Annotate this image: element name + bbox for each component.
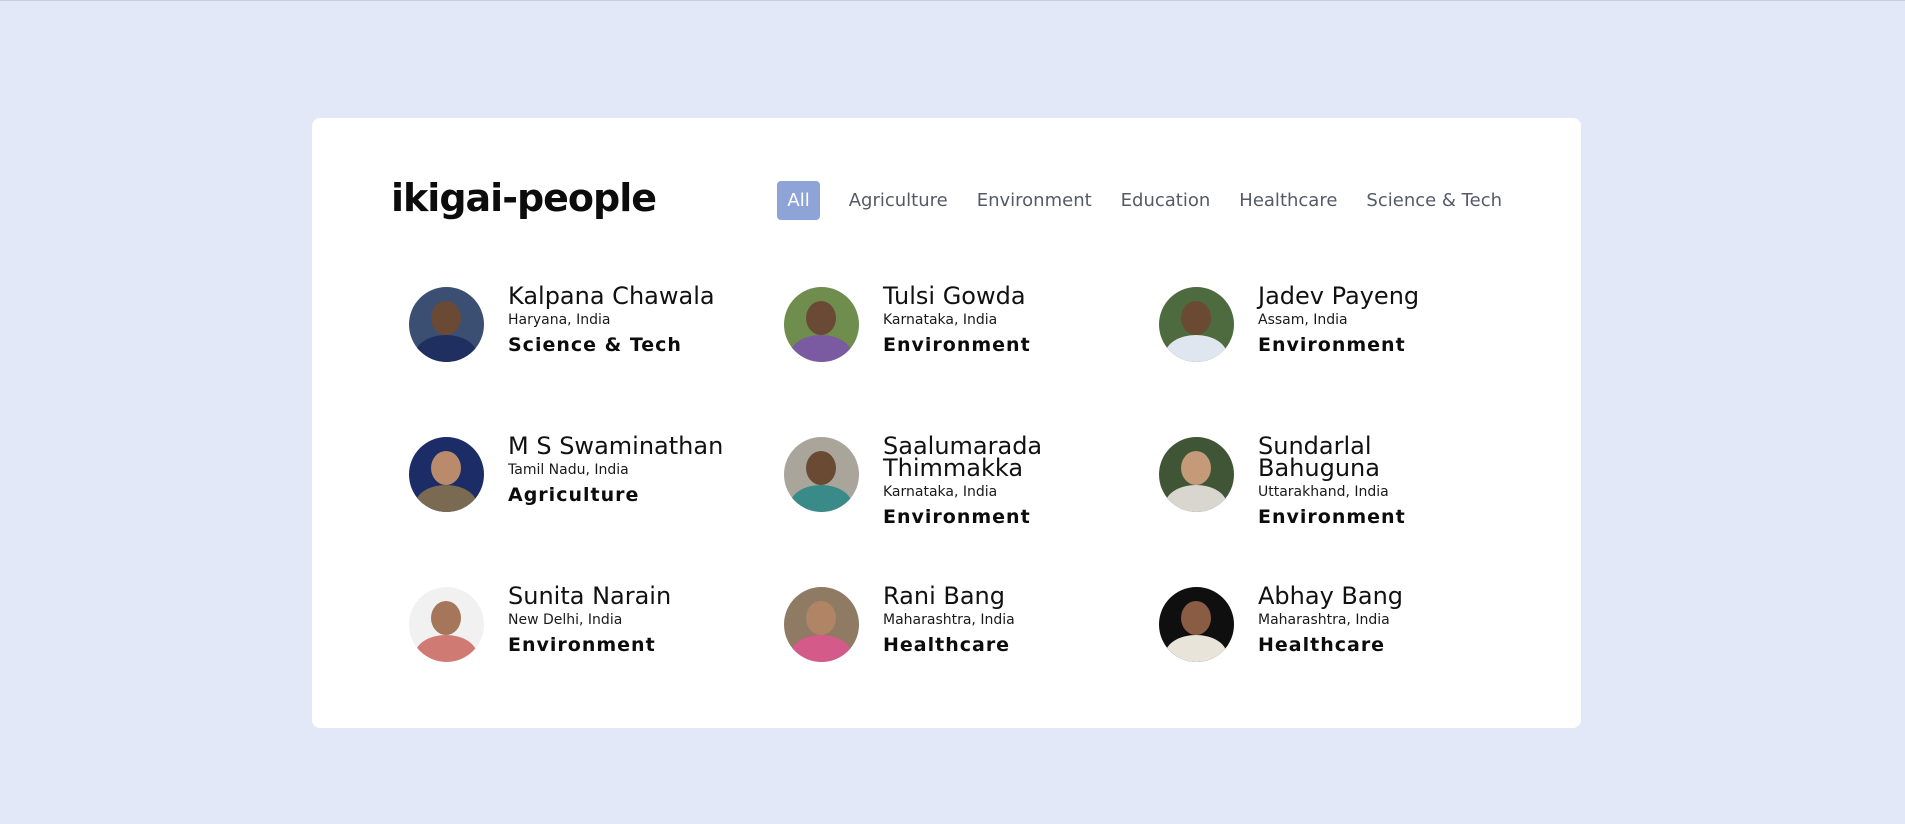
person-category: Environment [508,634,656,656]
brand-title: ikigai-people [391,176,657,220]
person-card[interactable]: M S Swaminathan Tamil Nadu, India Agricu… [409,432,739,512]
person-avatar [409,287,484,362]
person-category: Environment [1258,506,1406,528]
people-card: ikigai-people All Agriculture Environmen… [312,118,1581,728]
person-avatar [784,587,859,662]
person-location: Karnataka, India [883,312,998,328]
person-name: Tulsi Gowda [883,282,1026,310]
tab-all[interactable]: All [777,181,820,220]
person-card[interactable]: Sunita Narain New Delhi, India Environme… [409,582,739,662]
tab-healthcare[interactable]: Healthcare [1239,181,1337,220]
person-category: Healthcare [1258,634,1386,656]
tab-science-tech[interactable]: Science & Tech [1366,181,1502,220]
person-location: New Delhi, India [508,612,623,628]
person-location: Tamil Nadu, India [508,462,629,478]
person-location: Karnataka, India [883,484,998,500]
tab-environment[interactable]: Environment [977,181,1092,220]
tab-agriculture[interactable]: Agriculture [849,181,948,220]
person-card[interactable]: Sundarlal Bahuguna Uttarakhand, India En… [1159,432,1489,528]
person-name: Rani Bang [883,582,1005,610]
tab-education[interactable]: Education [1121,181,1211,220]
category-filter-tabs: All Agriculture Environment Education He… [777,181,1502,220]
person-card[interactable]: Tulsi Gowda Karnataka, India Environment [784,282,1114,362]
person-card[interactable]: Kalpana Chawala Haryana, India Science &… [409,282,739,362]
person-card[interactable]: Jadev Payeng Assam, India Environment [1159,282,1489,362]
person-name: Sunita Narain [508,582,672,610]
person-avatar [1159,587,1234,662]
person-name: M S Swaminathan [508,432,724,460]
person-avatar [409,437,484,512]
person-category: Healthcare [883,634,1011,656]
person-avatar [1159,287,1234,362]
person-location: Maharashtra, India [883,612,1015,628]
person-category: Environment [883,334,1031,356]
person-avatar [784,437,859,512]
person-avatar [409,587,484,662]
person-location: Uttarakhand, India [1258,484,1389,500]
person-location: Maharashtra, India [1258,612,1390,628]
person-category: Science & Tech [508,334,682,356]
person-name: Saalumarada Thimmakka [883,432,1043,482]
person-location: Assam, India [1258,312,1348,328]
person-name: Abhay Bang [1258,582,1404,610]
person-avatar [1159,437,1234,512]
person-card[interactable]: Abhay Bang Maharashtra, India Healthcare [1159,582,1489,662]
person-name: Kalpana Chawala [508,282,715,310]
person-category: Agriculture [508,484,640,506]
person-location: Haryana, India [508,312,611,328]
person-avatar [784,287,859,362]
person-category: Environment [883,506,1031,528]
person-card[interactable]: Rani Bang Maharashtra, India Healthcare [784,582,1114,662]
person-name: Sundarlal Bahuguna [1258,432,1380,482]
person-name: Jadev Payeng [1258,282,1420,310]
person-category: Environment [1258,334,1406,356]
person-card[interactable]: Saalumarada Thimmakka Karnataka, India E… [784,432,1114,528]
